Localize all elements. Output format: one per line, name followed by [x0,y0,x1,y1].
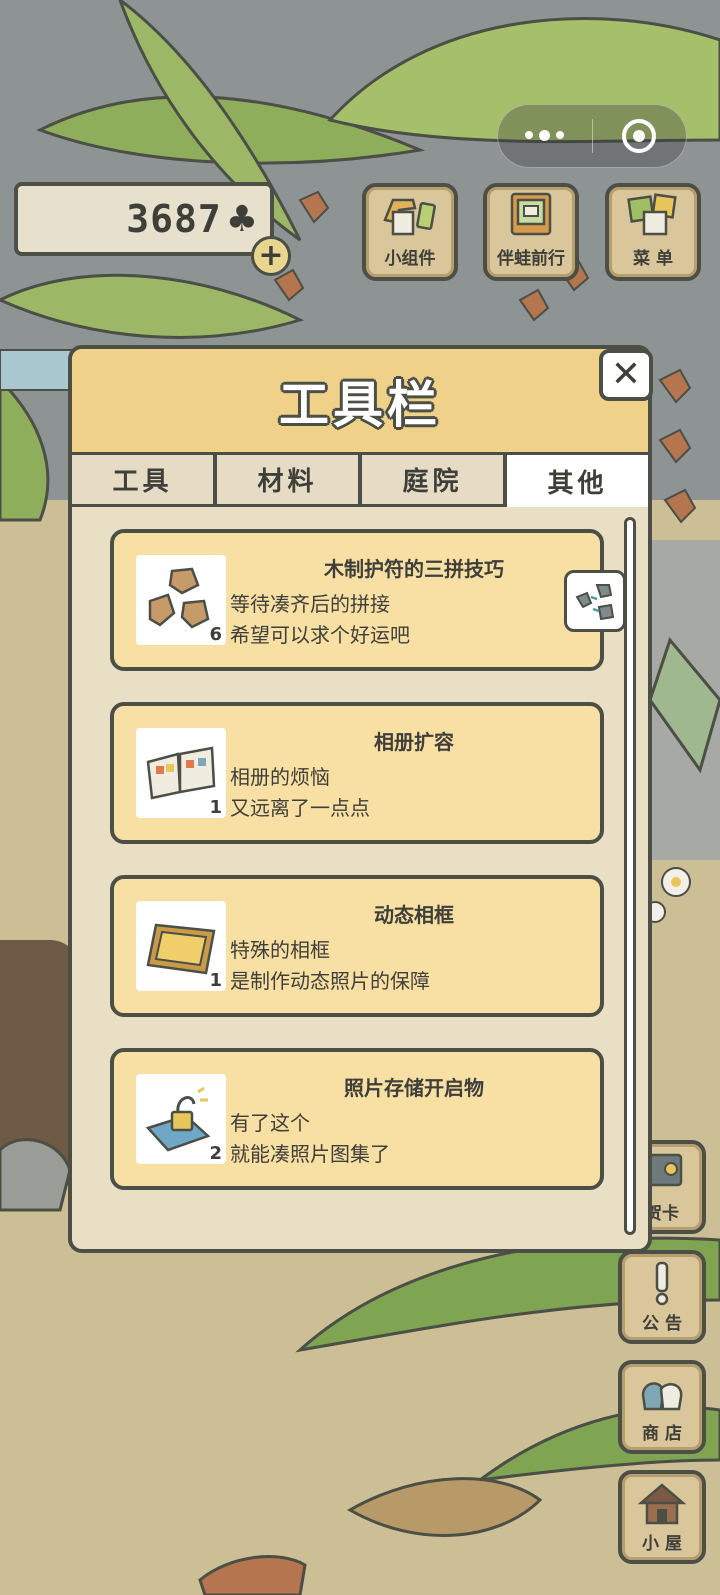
widget-icon [383,198,436,236]
tab-tools[interactable]: 工具 [72,455,213,507]
item-thumbnail: 1 [136,901,226,991]
notice-button[interactable]: 公 告 [618,1250,706,1344]
more-dots-icon [525,129,565,141]
tab-bar: 工具 材料 庭院 其他 [72,455,648,507]
clover-icon: ♣ [225,198,258,240]
frog-journey-button-label: 伴蛙前行 [497,249,565,269]
notice-button-label: 公 告 [642,1314,682,1334]
item-description-line2: 希望可以求个好运吧 [230,623,410,647]
close-button[interactable]: ✕ [599,349,653,401]
house-button[interactable]: 小 屋 [618,1470,706,1564]
item-quantity: 1 [209,970,222,991]
item-description-line1: 有了这个 [230,1111,310,1135]
toolbar-panel: 工具栏 工具 材料 庭院 其他 6 木制护符的三拼技巧 等待凑齐后的拼接 希望可… [68,345,652,1253]
clover-counter: 3687 ♣ [14,182,274,256]
notice-icon [655,1261,669,1306]
more-button[interactable] [498,104,592,168]
item-description-line2: 又远离了一点点 [230,796,370,820]
widget-button[interactable]: 小组件 [362,183,458,281]
tab-garden[interactable]: 庭院 [362,455,503,507]
add-clover-button[interactable]: + [251,236,291,276]
item-name: 相册扩容 [374,730,454,754]
tab-materials[interactable]: 材料 [217,455,358,507]
list-item[interactable]: 1 相册扩容 相册的烦恼 又远离了一点点 [110,702,604,844]
list-item[interactable]: 2 照片存储开启物 有了这个 就能凑照片图集了 [110,1048,604,1190]
item-description-line2: 就能凑照片图集了 [230,1142,390,1166]
item-name: 照片存储开启物 [344,1076,484,1100]
tab-others[interactable]: 其他 [507,455,648,507]
panel-header: 工具栏 [72,349,648,455]
item-thumbnail: 2 [136,1074,226,1164]
item-quantity: 6 [209,624,222,645]
list-scrollbar[interactable] [624,517,636,1235]
widget-button-label: 小组件 [384,249,436,269]
house-button-label: 小 屋 [642,1534,682,1554]
menu-button[interactable]: 菜 单 [605,183,701,281]
mini-program-capsule [497,104,687,168]
frog-journey-button[interactable]: 伴蛙前行 [483,183,579,281]
item-description-line1: 相册的烦恼 [230,765,330,789]
shop-button-label: 商 店 [642,1424,682,1444]
item-thumbnail: 1 [136,728,226,818]
combine-pieces-button[interactable] [564,570,626,632]
item-quantity: 2 [209,1143,222,1164]
shop-icon [641,1382,683,1411]
item-name: 动态相框 [374,903,454,927]
item-description-line1: 等待凑齐后的拼接 [230,592,390,616]
item-description-line1: 特殊的相框 [230,938,330,962]
unlock-icon [145,1086,211,1152]
shop-button[interactable]: 商 店 [618,1360,706,1454]
item-description-line2: 是制作动态照片的保障 [230,969,430,993]
clover-count: 3687 [126,197,222,241]
item-thumbnail: 6 [136,555,226,645]
house-icon [637,1483,687,1525]
panel-title: 工具栏 [279,375,441,434]
menu-button-label: 菜 单 [633,249,673,269]
exit-button[interactable] [593,104,687,168]
album-icon [510,192,552,236]
item-name: 木制护符的三拼技巧 [324,557,504,581]
menu-icon [627,193,677,236]
wood-pieces-icon [148,567,210,629]
exit-target-icon [622,119,657,153]
photo-frame-icon [146,923,216,975]
album-book-icon [146,746,216,800]
combine-pieces-icon [575,584,615,621]
list-item[interactable]: 6 木制护符的三拼技巧 等待凑齐后的拼接 希望可以求个好运吧 [110,529,604,671]
item-quantity: 1 [209,797,222,818]
list-item[interactable]: 1 动态相框 特殊的相框 是制作动态照片的保障 [110,875,604,1017]
